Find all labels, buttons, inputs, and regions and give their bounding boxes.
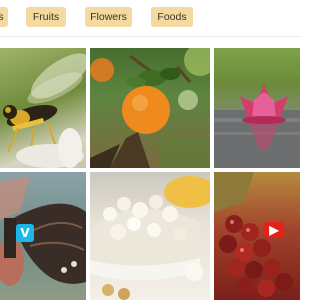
butterfly-image <box>0 176 86 286</box>
gallery-item-popcorn[interactable] <box>90 172 210 300</box>
wasp-image <box>3 53 86 168</box>
gallery-item-cherries[interactable]: ▶ <box>214 172 300 300</box>
youtube-icon[interactable]: ▶ <box>264 222 284 238</box>
filter-chip-foods[interactable]: Foods <box>151 7 193 27</box>
gallery-item-wasp[interactable] <box>0 48 86 168</box>
gallery-item-orange-tree[interactable] <box>90 48 210 168</box>
popcorn-image <box>90 176 210 300</box>
filter-chip-fruits[interactable]: Fruits <box>26 7 66 27</box>
gallery-item-lotus[interactable] <box>214 48 300 168</box>
gallery-item-butterfly[interactable]: V <box>0 172 86 300</box>
filter-chip-partial[interactable]: s <box>0 7 8 27</box>
lotus-image <box>214 84 300 168</box>
vimeo-icon[interactable]: V <box>16 224 34 242</box>
filter-bar: s Fruits Flowers Foods <box>0 0 300 37</box>
orange-tree-image <box>90 48 210 168</box>
filter-chip-flowers[interactable]: Flowers <box>85 7 132 27</box>
cherries-image <box>214 172 293 297</box>
